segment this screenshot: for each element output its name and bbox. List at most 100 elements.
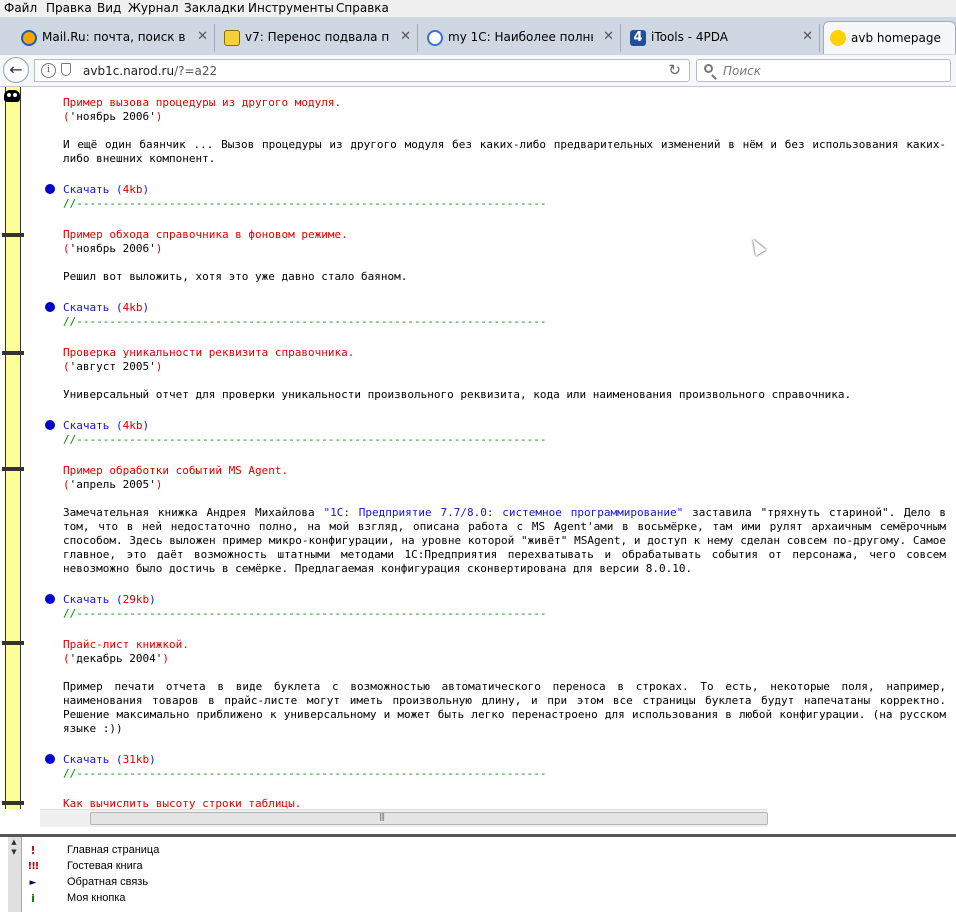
scrollbar-thumb[interactable] — [90, 812, 768, 825]
skull-icon — [830, 30, 846, 46]
nav-item-feedback[interactable]: ► Обратная связь — [25, 875, 225, 891]
nav-item-label[interactable]: Моя кнопка — [67, 892, 126, 904]
entry-title: Пример вызова процедуры из другого модул… — [63, 96, 342, 109]
entry-title: Пример обработки событий MS Agent. — [63, 464, 289, 477]
menu-bar: Файл Правка Вид Журнал Закладки Инструме… — [0, 0, 956, 17]
search-bar[interactable]: Поиск — [696, 59, 951, 82]
menu-help[interactable]: Справка — [336, 1, 389, 15]
tab-title: v7: Перенос подвала печат — [245, 30, 390, 44]
my1c-icon — [427, 30, 443, 46]
tab-title: my 1C: Наиболее полный — [448, 30, 593, 44]
download-label[interactable]: Скачать — [63, 753, 109, 766]
page-content: Пример вызова процедуры из другого модул… — [40, 87, 946, 809]
download-size: 4kb — [122, 301, 143, 314]
entry-date-text: декабрь 2004 — [76, 652, 156, 665]
menu-view[interactable]: Вид — [97, 1, 121, 15]
reload-icon[interactable]: ↻ — [668, 61, 681, 79]
book-link[interactable]: "1С: Предприятие 7.7/8.0: системное прог… — [323, 506, 683, 519]
v7-icon — [224, 30, 240, 46]
scroll-up-icon[interactable]: ▲ — [8, 837, 20, 847]
entry-date-text: август 2005 — [76, 360, 150, 373]
separator: //--------------------------------------… — [63, 315, 547, 328]
close-icon[interactable]: ✕ — [603, 29, 614, 44]
spine-ring — [2, 351, 24, 355]
tab-my1c[interactable]: my 1C: Наиболее полный ✕ — [421, 24, 621, 52]
notebook-spine — [5, 87, 21, 809]
entry-description-start: Замечательная книжка Андрея Михайлова — [63, 506, 324, 519]
tab-strip: Mail.Ru: почта, поиск в инт ✕ v7: Перено… — [0, 17, 956, 56]
nav-item-label[interactable]: Гостевая книга — [67, 860, 143, 872]
tab-4pda[interactable]: 4 iTools - 4PDA ✕ — [624, 24, 820, 52]
guestbook-icon: !!! — [27, 861, 40, 872]
spine-ring — [2, 467, 24, 471]
search-icon — [704, 64, 713, 73]
scroll-down-icon[interactable]: ▼ — [8, 847, 20, 857]
nav-item-guestbook[interactable]: !!! Гостевая книга — [25, 859, 225, 875]
spine-ring — [2, 641, 24, 645]
download-label[interactable]: Скачать — [63, 593, 109, 606]
menu-file[interactable]: Файл — [4, 1, 37, 15]
tab-title: avb homepage — [851, 31, 941, 45]
entry-description: Универсальный отчет для проверки уникаль… — [63, 388, 852, 401]
download-bullet-icon — [45, 302, 55, 312]
url-text[interactable]: avb1c.narod.ru/?=a22 — [83, 64, 217, 78]
vertical-scrollbar[interactable]: ▲ ▼ — [8, 837, 22, 912]
entry-date-text: ноябрь 2006 — [76, 110, 150, 123]
nav-item-label[interactable]: Обратная связь — [67, 876, 148, 888]
entry-title: Прайс-лист книжкой. — [63, 638, 189, 651]
url-host: avb1c.narod.ru — [83, 64, 175, 78]
tab-mailru[interactable]: Mail.Ru: почта, поиск в инт ✕ — [15, 24, 215, 52]
close-icon[interactable]: ✕ — [400, 29, 411, 44]
spine-ring — [2, 801, 24, 805]
download-bullet-icon — [45, 184, 55, 194]
menu-tools[interactable]: Инструменты — [248, 1, 334, 15]
skull-icon — [4, 90, 20, 102]
url-path: /?=a22 — [174, 64, 218, 78]
menu-history[interactable]: Журнал — [128, 1, 179, 15]
close-icon[interactable]: ✕ — [197, 29, 208, 44]
nav-item-label[interactable]: Главная страница — [67, 844, 159, 856]
search-input[interactable]: Поиск — [723, 64, 761, 78]
tab-title: iTools - 4PDA — [651, 30, 728, 44]
entry-title: Пример обхода справочника в фоновом режи… — [63, 228, 348, 241]
menu-bookmarks[interactable]: Закладки — [184, 1, 245, 15]
nav-item-home[interactable]: ! Главная страница — [25, 843, 225, 859]
download-link[interactable]: Скачать (4kb) — [63, 301, 149, 315]
entry-date: ('август 2005') — [63, 360, 163, 373]
entry-description: Замечательная книжка Андрея Михайлова "1… — [63, 506, 946, 576]
back-button[interactable]: ← — [3, 57, 29, 83]
download-label[interactable]: Скачать — [63, 419, 109, 432]
menu-edit[interactable]: Правка — [46, 1, 92, 15]
info-icon[interactable]: i — [41, 63, 56, 78]
scrollbar-grip-icon: ||| — [379, 812, 385, 821]
home-icon: ! — [30, 844, 36, 857]
download-label[interactable]: Скачать — [63, 183, 109, 196]
download-label[interactable]: Скачать — [63, 301, 109, 314]
download-link[interactable]: Скачать (31kb) — [63, 753, 156, 767]
spine-ring — [2, 233, 24, 237]
download-size: 31kb — [122, 753, 150, 766]
horizontal-scrollbar[interactable]: ||| — [40, 809, 768, 827]
download-bullet-icon — [45, 754, 55, 764]
nav-item-mybutton[interactable]: i Моя кнопка — [25, 891, 225, 907]
entry-title: Как вычислить высоту строки таблицы. — [63, 797, 302, 809]
address-bar[interactable]: i avb1c.narod.ru/?=a22 ↻ — [34, 59, 690, 82]
entry-date-text: ноябрь 2006 — [76, 242, 150, 255]
entry-description: Решил вот выложить, хотя это уже давно с… — [63, 270, 408, 283]
separator: //--------------------------------------… — [63, 767, 547, 780]
tab-avb-homepage[interactable]: avb homepage — [823, 21, 956, 54]
download-link[interactable]: Скачать (4kb) — [63, 419, 149, 433]
entry-date: ('ноябрь 2006') — [63, 110, 163, 123]
shield-icon[interactable] — [61, 63, 71, 76]
tab-title: Mail.Ru: почта, поиск в инт — [42, 30, 187, 44]
download-size: 4kb — [122, 419, 143, 432]
download-bullet-icon — [45, 420, 55, 430]
entry-description: И ещё один баянчик ... Вызов процедуры и… — [63, 138, 946, 165]
close-icon[interactable]: ✕ — [802, 29, 813, 44]
download-link[interactable]: Скачать (29kb) — [63, 593, 156, 607]
tab-v7[interactable]: v7: Перенос подвала печат ✕ — [218, 24, 418, 52]
feedback-icon: ► — [29, 878, 37, 888]
download-bullet-icon — [45, 594, 55, 604]
left-decorative-frame — [0, 87, 25, 809]
download-link[interactable]: Скачать (4kb) — [63, 183, 149, 197]
